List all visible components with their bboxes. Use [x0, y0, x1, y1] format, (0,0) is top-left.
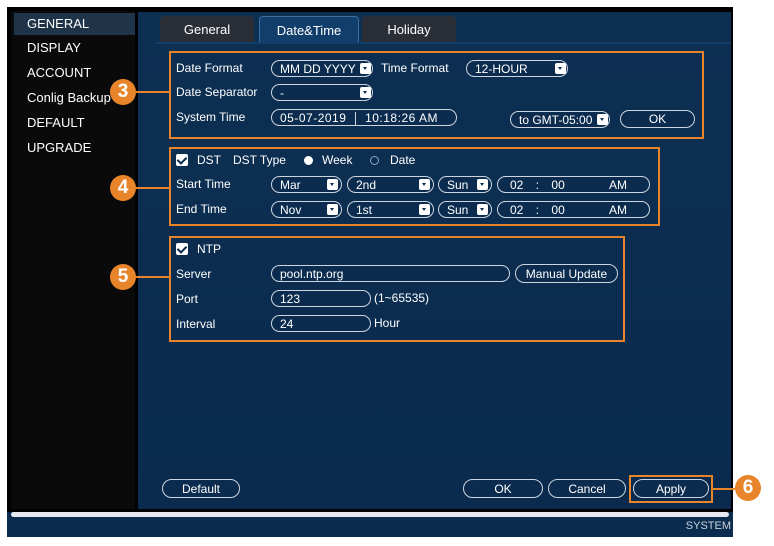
tab-underline	[155, 42, 731, 44]
chevron-down-icon[interactable]	[477, 204, 488, 215]
date-separator-select[interactable]: -	[271, 84, 373, 101]
timezone-value: to GMT-05:00	[519, 113, 593, 127]
radio-week[interactable]	[304, 156, 313, 165]
interval-value: 24	[280, 317, 294, 331]
start-time-label: Start Time	[176, 177, 231, 191]
timezone-ok-button[interactable]: OK	[620, 110, 695, 128]
dst-label: DST	[197, 153, 221, 167]
cancel-button[interactable]: Cancel	[548, 479, 626, 498]
server-input[interactable]: pool.ntp.org	[271, 265, 510, 282]
sidebar-item-config-backup[interactable]: Conlig Backup	[14, 87, 122, 109]
sidebar-item-default[interactable]: DEFAULT	[14, 112, 135, 134]
dst-type-label: DST Type	[233, 153, 286, 167]
start-month-value: Mar	[280, 178, 301, 192]
chevron-down-icon[interactable]	[419, 179, 430, 190]
port-value: 123	[280, 292, 301, 306]
default-button[interactable]: Default	[162, 479, 240, 498]
ntp-checkbox[interactable]	[176, 243, 188, 255]
end-week-value: 1st	[356, 203, 373, 217]
chevron-down-icon[interactable]	[327, 204, 338, 215]
chevron-down-icon[interactable]	[477, 179, 488, 190]
tab-general[interactable]: General	[160, 16, 254, 42]
chevron-down-icon[interactable]	[327, 179, 338, 190]
start-day-value: Sun	[447, 178, 469, 192]
start-week-value: 2nd	[356, 178, 377, 192]
chevron-down-icon[interactable]	[555, 63, 566, 74]
status-bar-highlight	[11, 512, 729, 517]
date-separator-label: Date Separator	[176, 85, 258, 99]
start-clock-input[interactable]: 02 : 00 AM	[497, 176, 650, 193]
chevron-down-icon[interactable]	[597, 114, 608, 125]
radio-date[interactable]	[370, 156, 379, 165]
port-input[interactable]: 123	[271, 290, 371, 307]
divider	[355, 112, 357, 125]
tab-holiday[interactable]: Holiday	[362, 16, 456, 42]
server-label: Server	[176, 267, 212, 281]
server-value: pool.ntp.org	[280, 267, 344, 281]
tab-date-time[interactable]: Date&Time	[259, 16, 359, 43]
port-label: Port	[176, 292, 199, 306]
time-format-label: Time Format	[381, 61, 449, 75]
end-minute-value: 00	[551, 203, 565, 217]
end-day-value: Sun	[447, 203, 469, 217]
sidebar-item-display[interactable]: DISPLAY	[14, 37, 135, 59]
dst-checkbox[interactable]	[176, 154, 188, 166]
time-separator: :	[535, 178, 540, 192]
sidebar-item-upgrade[interactable]: UPGRADE	[14, 137, 135, 159]
end-clock-input[interactable]: 02 : 00 AM	[497, 201, 650, 218]
sidebar-item-general[interactable]: GENERAL	[14, 13, 135, 35]
callout-connector-3	[136, 91, 169, 93]
callout-badge-5: 5	[110, 264, 136, 290]
start-ampm-value: AM	[609, 178, 627, 192]
port-range-hint: (1~65535)	[374, 291, 430, 305]
chevron-down-icon[interactable]	[419, 204, 430, 215]
ok-button[interactable]: OK	[463, 479, 543, 498]
chevron-down-icon[interactable]	[360, 87, 371, 98]
date-format-value: MM DD YYYY	[280, 62, 356, 76]
manual-update-button[interactable]: Manual Update	[515, 264, 618, 283]
status-bar: SYSTEM	[7, 512, 733, 537]
start-minute-value: 00	[551, 178, 565, 192]
callout-badge-6: 6	[735, 475, 761, 501]
time-separator: :	[535, 203, 540, 217]
start-hour-value: 02	[510, 178, 524, 192]
callout-connector-5	[136, 276, 169, 278]
time-format-value: 12-HOUR	[475, 62, 528, 76]
ntp-label: NTP	[197, 242, 221, 256]
timezone-select[interactable]: to GMT-05:00	[510, 111, 610, 128]
end-time-label: End Time	[176, 202, 227, 216]
week-label: Week	[322, 153, 353, 167]
system-time-label: System Time	[176, 110, 246, 124]
interval-unit: Hour	[374, 316, 401, 330]
date-separator-value: -	[280, 86, 284, 100]
callout-connector-6	[713, 488, 735, 490]
date-format-select[interactable]: MM DD YYYY	[271, 60, 373, 77]
system-time-value: 10:18:26 AM	[365, 111, 438, 125]
date-format-label: Date Format	[176, 61, 243, 75]
chevron-down-icon[interactable]	[360, 63, 371, 74]
interval-label: Interval	[176, 317, 216, 331]
end-hour-value: 02	[510, 203, 524, 217]
time-format-select[interactable]: 12-HOUR	[466, 60, 568, 77]
apply-button[interactable]: Apply	[633, 479, 709, 498]
system-date-value: 05-07-2019	[280, 111, 347, 125]
end-ampm-value: AM	[609, 203, 627, 217]
end-month-value: Nov	[280, 203, 302, 217]
interval-input[interactable]: 24	[271, 315, 371, 332]
status-label: SYSTEM	[685, 520, 731, 532]
system-time-input[interactable]: 05-07-2019 10:18:26 AM	[271, 109, 457, 126]
date-label: Date	[390, 153, 416, 167]
callout-badge-4: 4	[110, 175, 136, 201]
callout-badge-3: 3	[110, 79, 136, 105]
callout-connector-4	[136, 187, 169, 189]
